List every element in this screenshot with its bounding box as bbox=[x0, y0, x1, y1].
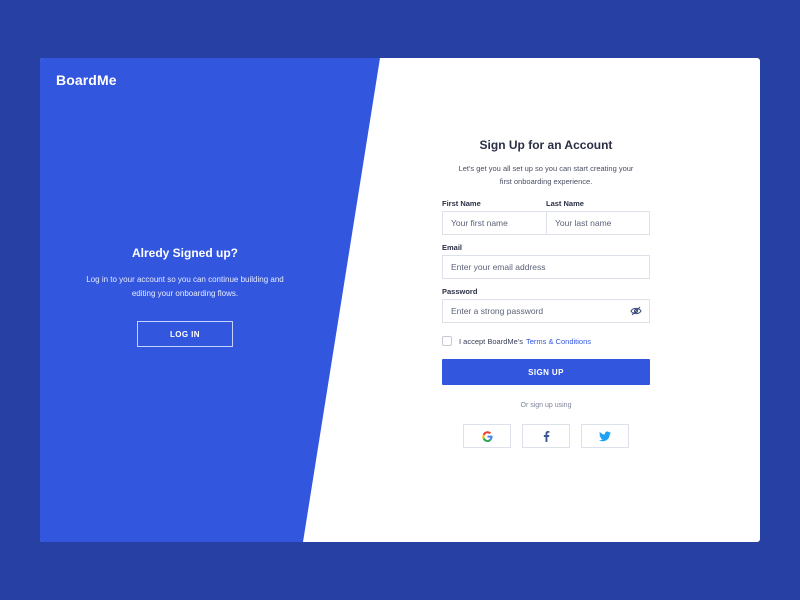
last-name-label: Last Name bbox=[546, 199, 584, 208]
first-name-field[interactable] bbox=[442, 211, 546, 235]
login-section: Alredy Signed up? Log in to your account… bbox=[80, 246, 290, 347]
email-group: Email bbox=[442, 243, 650, 279]
form-description-line1: Let's get you all set up so you can star… bbox=[458, 164, 634, 173]
password-group: Password bbox=[442, 287, 650, 323]
last-name-group: Last Name bbox=[546, 199, 650, 235]
google-icon bbox=[481, 430, 493, 442]
facebook-signup-button[interactable] bbox=[522, 424, 570, 448]
signup-button[interactable]: SIGN UP bbox=[442, 359, 650, 385]
login-description-line1: Log in to your account so you can contin… bbox=[86, 275, 284, 284]
form-description-line2: first onboarding experience. bbox=[499, 177, 593, 186]
terms-text: I accept BoardMe's bbox=[459, 336, 523, 346]
facebook-icon bbox=[543, 430, 549, 442]
email-label: Email bbox=[442, 243, 463, 252]
password-field[interactable] bbox=[442, 299, 650, 323]
terms-link[interactable]: Terms & Conditions bbox=[526, 337, 591, 346]
login-description: Log in to your account so you can contin… bbox=[80, 273, 290, 301]
login-button[interactable]: LOG IN bbox=[137, 321, 233, 347]
password-label: Password bbox=[442, 287, 478, 296]
twitter-signup-button[interactable] bbox=[581, 424, 629, 448]
login-description-line2: editing your onboarding flows. bbox=[131, 289, 239, 298]
last-name-field[interactable] bbox=[546, 211, 650, 235]
email-field[interactable] bbox=[442, 255, 650, 279]
login-title: Alredy Signed up? bbox=[131, 246, 238, 260]
name-row: First Name Last Name bbox=[442, 199, 650, 235]
brand-logo[interactable]: BoardMe bbox=[56, 72, 117, 88]
google-signup-button[interactable] bbox=[463, 424, 511, 448]
first-name-group: First Name bbox=[442, 199, 546, 235]
terms-row: I accept BoardMe's Terms & Conditions bbox=[442, 336, 650, 346]
signup-form: Sign Up for an Account Let's get you all… bbox=[442, 138, 650, 448]
form-title: Sign Up for an Account bbox=[479, 138, 613, 152]
terms-checkbox[interactable] bbox=[442, 336, 452, 346]
social-divider-text: Or sign up using bbox=[520, 402, 572, 409]
social-buttons bbox=[442, 424, 650, 448]
password-wrapper bbox=[442, 299, 650, 323]
first-name-label: First Name bbox=[442, 199, 481, 208]
eye-off-icon[interactable] bbox=[630, 306, 642, 316]
form-description: Let's get you all set up so you can star… bbox=[442, 162, 650, 188]
twitter-icon bbox=[599, 431, 611, 441]
signup-card: BoardMe Alredy Signed up? Log in to your… bbox=[40, 58, 760, 542]
